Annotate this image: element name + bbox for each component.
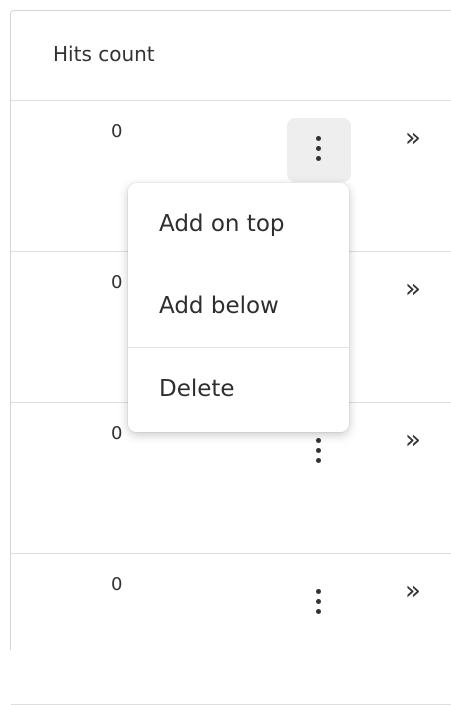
- hits-count-value: 0: [111, 272, 123, 293]
- menu-item-delete[interactable]: Delete: [128, 348, 349, 430]
- menu-item-add-below[interactable]: Add below: [128, 265, 349, 347]
- double-chevron-right-icon[interactable]: »: [405, 427, 421, 453]
- hits-count-value: 0: [111, 121, 123, 142]
- table-header: Hits count: [11, 11, 451, 101]
- double-chevron-right-icon[interactable]: »: [405, 276, 421, 302]
- more-vertical-icon: [316, 136, 322, 164]
- more-vertical-icon: [316, 589, 322, 617]
- table-row: 0 »: [11, 554, 451, 705]
- row-menu-button[interactable]: [287, 571, 351, 635]
- menu-item-add-on-top[interactable]: Add on top: [128, 183, 349, 265]
- hits-count-value: 0: [111, 423, 123, 444]
- column-header-hits-count: Hits count: [53, 42, 155, 66]
- hits-count-value: 0: [111, 574, 123, 595]
- row-menu-button[interactable]: [287, 118, 351, 182]
- row-context-menu: Add on top Add below Delete: [128, 183, 349, 432]
- double-chevron-right-icon[interactable]: »: [405, 125, 421, 151]
- double-chevron-right-icon[interactable]: »: [405, 578, 421, 604]
- more-vertical-icon: [316, 438, 322, 466]
